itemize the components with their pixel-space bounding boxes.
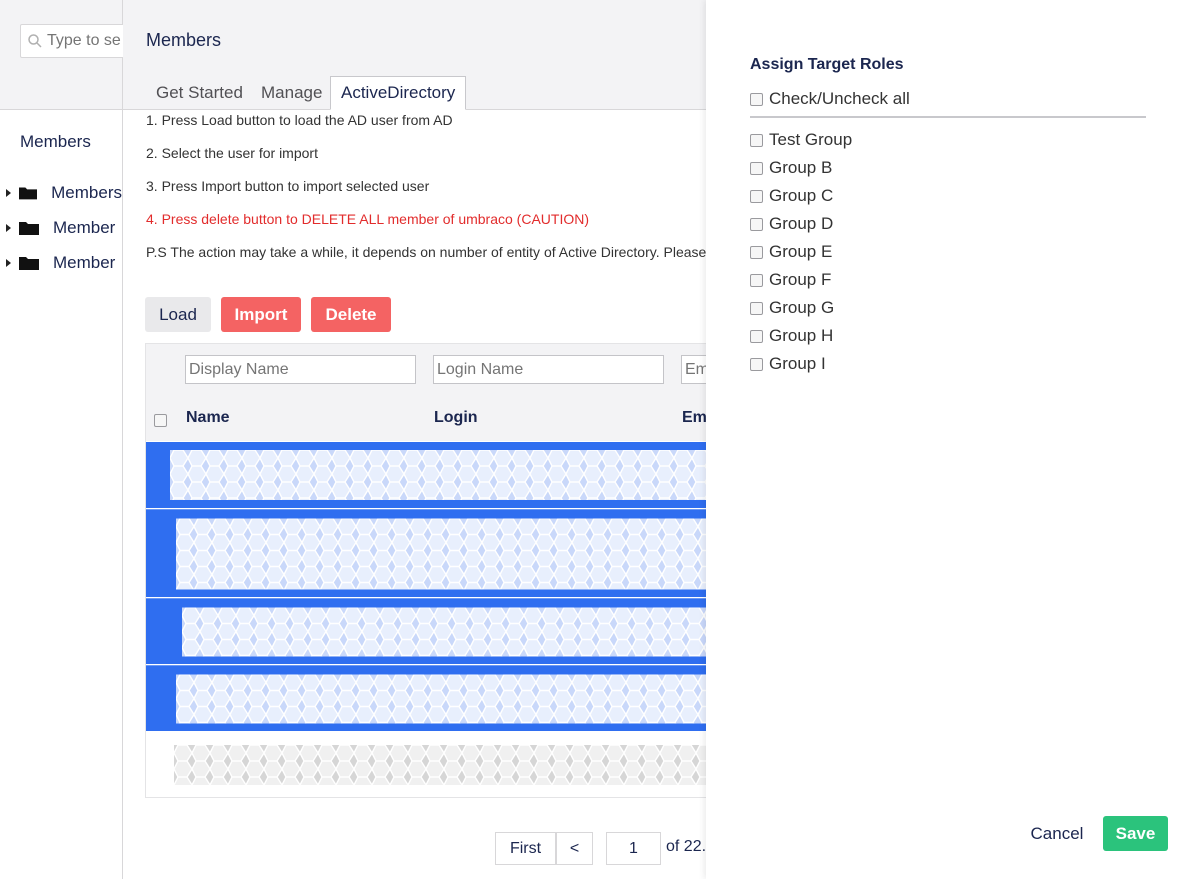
pagination-total: of 22.	[666, 838, 707, 855]
tree-item-member-type[interactable]: Member	[0, 216, 122, 240]
folder-icon	[19, 222, 39, 235]
tree-item-label: Members	[51, 183, 122, 202]
role-checkbox[interactable]	[750, 273, 763, 287]
members-grid: Name Login Ema	[145, 343, 706, 798]
login-name-filter[interactable]	[433, 355, 664, 384]
caret-right-icon[interactable]	[6, 259, 11, 267]
column-header-name[interactable]: Name	[186, 409, 230, 427]
redacted-content	[182, 607, 706, 656]
role-option[interactable]: Group E	[750, 242, 832, 262]
tree-item-label: Member	[53, 253, 116, 272]
column-header-email[interactable]: Ema	[682, 409, 706, 427]
table-row[interactable]	[146, 598, 706, 664]
table-row[interactable]	[146, 665, 706, 731]
tree-search-area	[0, 0, 130, 110]
main-content: Members Get Started Manage ActiveDirecto…	[123, 0, 726, 879]
instruction-4-warning: 4. Press delete button to DELETE ALL mem…	[146, 211, 589, 227]
save-button[interactable]: Save	[1103, 816, 1168, 851]
instruction-3: 3. Press Import button to import selecte…	[146, 178, 430, 194]
role-option[interactable]: Group H	[750, 326, 833, 346]
folder-icon	[19, 257, 39, 270]
check-all-checkbox[interactable]	[750, 92, 763, 106]
grid-header-row: Name Login Ema	[146, 398, 706, 441]
table-row[interactable]	[146, 509, 706, 597]
tab-manage[interactable]: Manage	[251, 76, 332, 110]
dialog-title: Assign Target Roles	[750, 56, 904, 73]
tree-title: Members	[20, 132, 91, 151]
role-label: Group B	[769, 158, 833, 177]
redacted-content	[176, 518, 706, 589]
redacted-content	[174, 745, 706, 785]
tree-item-member-group[interactable]: Member	[0, 251, 122, 275]
column-header-login[interactable]: Login	[434, 409, 478, 427]
divider	[750, 116, 1146, 118]
caret-right-icon[interactable]	[6, 224, 11, 232]
redacted-content	[176, 674, 706, 723]
role-option[interactable]: Group D	[750, 214, 833, 234]
role-label: Group I	[769, 354, 826, 373]
delete-button[interactable]: Delete	[311, 297, 391, 332]
role-option[interactable]: Group C	[750, 186, 833, 206]
table-row[interactable]	[146, 732, 706, 797]
page-title: Members	[146, 30, 222, 50]
table-row[interactable]	[146, 442, 706, 508]
role-checkbox[interactable]	[750, 217, 763, 231]
check-all-option[interactable]: Check/Uncheck all	[750, 89, 910, 109]
pagination-prev-button[interactable]: <	[556, 832, 593, 865]
role-checkbox[interactable]	[750, 357, 763, 371]
role-option[interactable]: Group B	[750, 158, 832, 178]
email-filter[interactable]	[681, 355, 706, 384]
role-label: Group E	[769, 242, 833, 261]
role-label: Test Group	[769, 130, 853, 149]
instruction-note: P.S The action may take a while, it depe…	[146, 244, 726, 260]
role-option[interactable]: Test Group	[750, 130, 852, 150]
instruction-1: 1. Press Load button to load the AD user…	[146, 112, 453, 128]
filter-row	[146, 344, 706, 398]
role-label: Group F	[769, 270, 832, 289]
role-label: Group G	[769, 298, 835, 317]
role-label: Group D	[769, 214, 834, 233]
redacted-content	[170, 450, 706, 500]
role-option[interactable]: Group F	[750, 270, 831, 290]
tree-item-label: Member	[53, 218, 116, 237]
tree-panel: Members Members Member Member	[0, 0, 130, 879]
role-checkbox[interactable]	[750, 329, 763, 343]
caret-right-icon[interactable]	[6, 189, 11, 197]
check-all-label: Check/Uncheck all	[769, 89, 910, 108]
role-option[interactable]: Group G	[750, 298, 834, 318]
role-checkbox[interactable]	[750, 133, 763, 147]
role-checkbox[interactable]	[750, 161, 763, 175]
role-label: Group C	[769, 186, 834, 205]
role-option[interactable]: Group I	[750, 354, 826, 374]
instruction-2: 2. Select the user for import	[146, 145, 318, 161]
assign-roles-dialog: Assign Target Roles Check/Uncheck all Te…	[706, 0, 1189, 879]
display-name-filter[interactable]	[185, 355, 416, 384]
tree-item-members[interactable]: Members	[0, 181, 122, 205]
search-box[interactable]	[20, 24, 130, 58]
main-header: Members Get Started Manage ActiveDirecto…	[123, 0, 706, 110]
cancel-button[interactable]: Cancel	[1022, 816, 1092, 851]
pagination-first-button[interactable]: First	[495, 832, 556, 865]
role-checkbox[interactable]	[750, 245, 763, 259]
role-checkbox[interactable]	[750, 189, 763, 203]
import-button[interactable]: Import	[221, 297, 301, 332]
search-input[interactable]	[43, 31, 123, 51]
tab-active-directory[interactable]: ActiveDirectory	[330, 76, 467, 110]
role-checkbox[interactable]	[750, 301, 763, 315]
folder-icon	[19, 187, 38, 200]
load-button[interactable]: Load	[145, 297, 211, 332]
select-all-checkbox[interactable]	[154, 414, 167, 427]
role-label: Group H	[769, 326, 834, 345]
tab-get-started[interactable]: Get Started	[146, 76, 253, 110]
search-icon	[28, 34, 42, 48]
pagination-page-input[interactable]: 1	[606, 832, 661, 865]
